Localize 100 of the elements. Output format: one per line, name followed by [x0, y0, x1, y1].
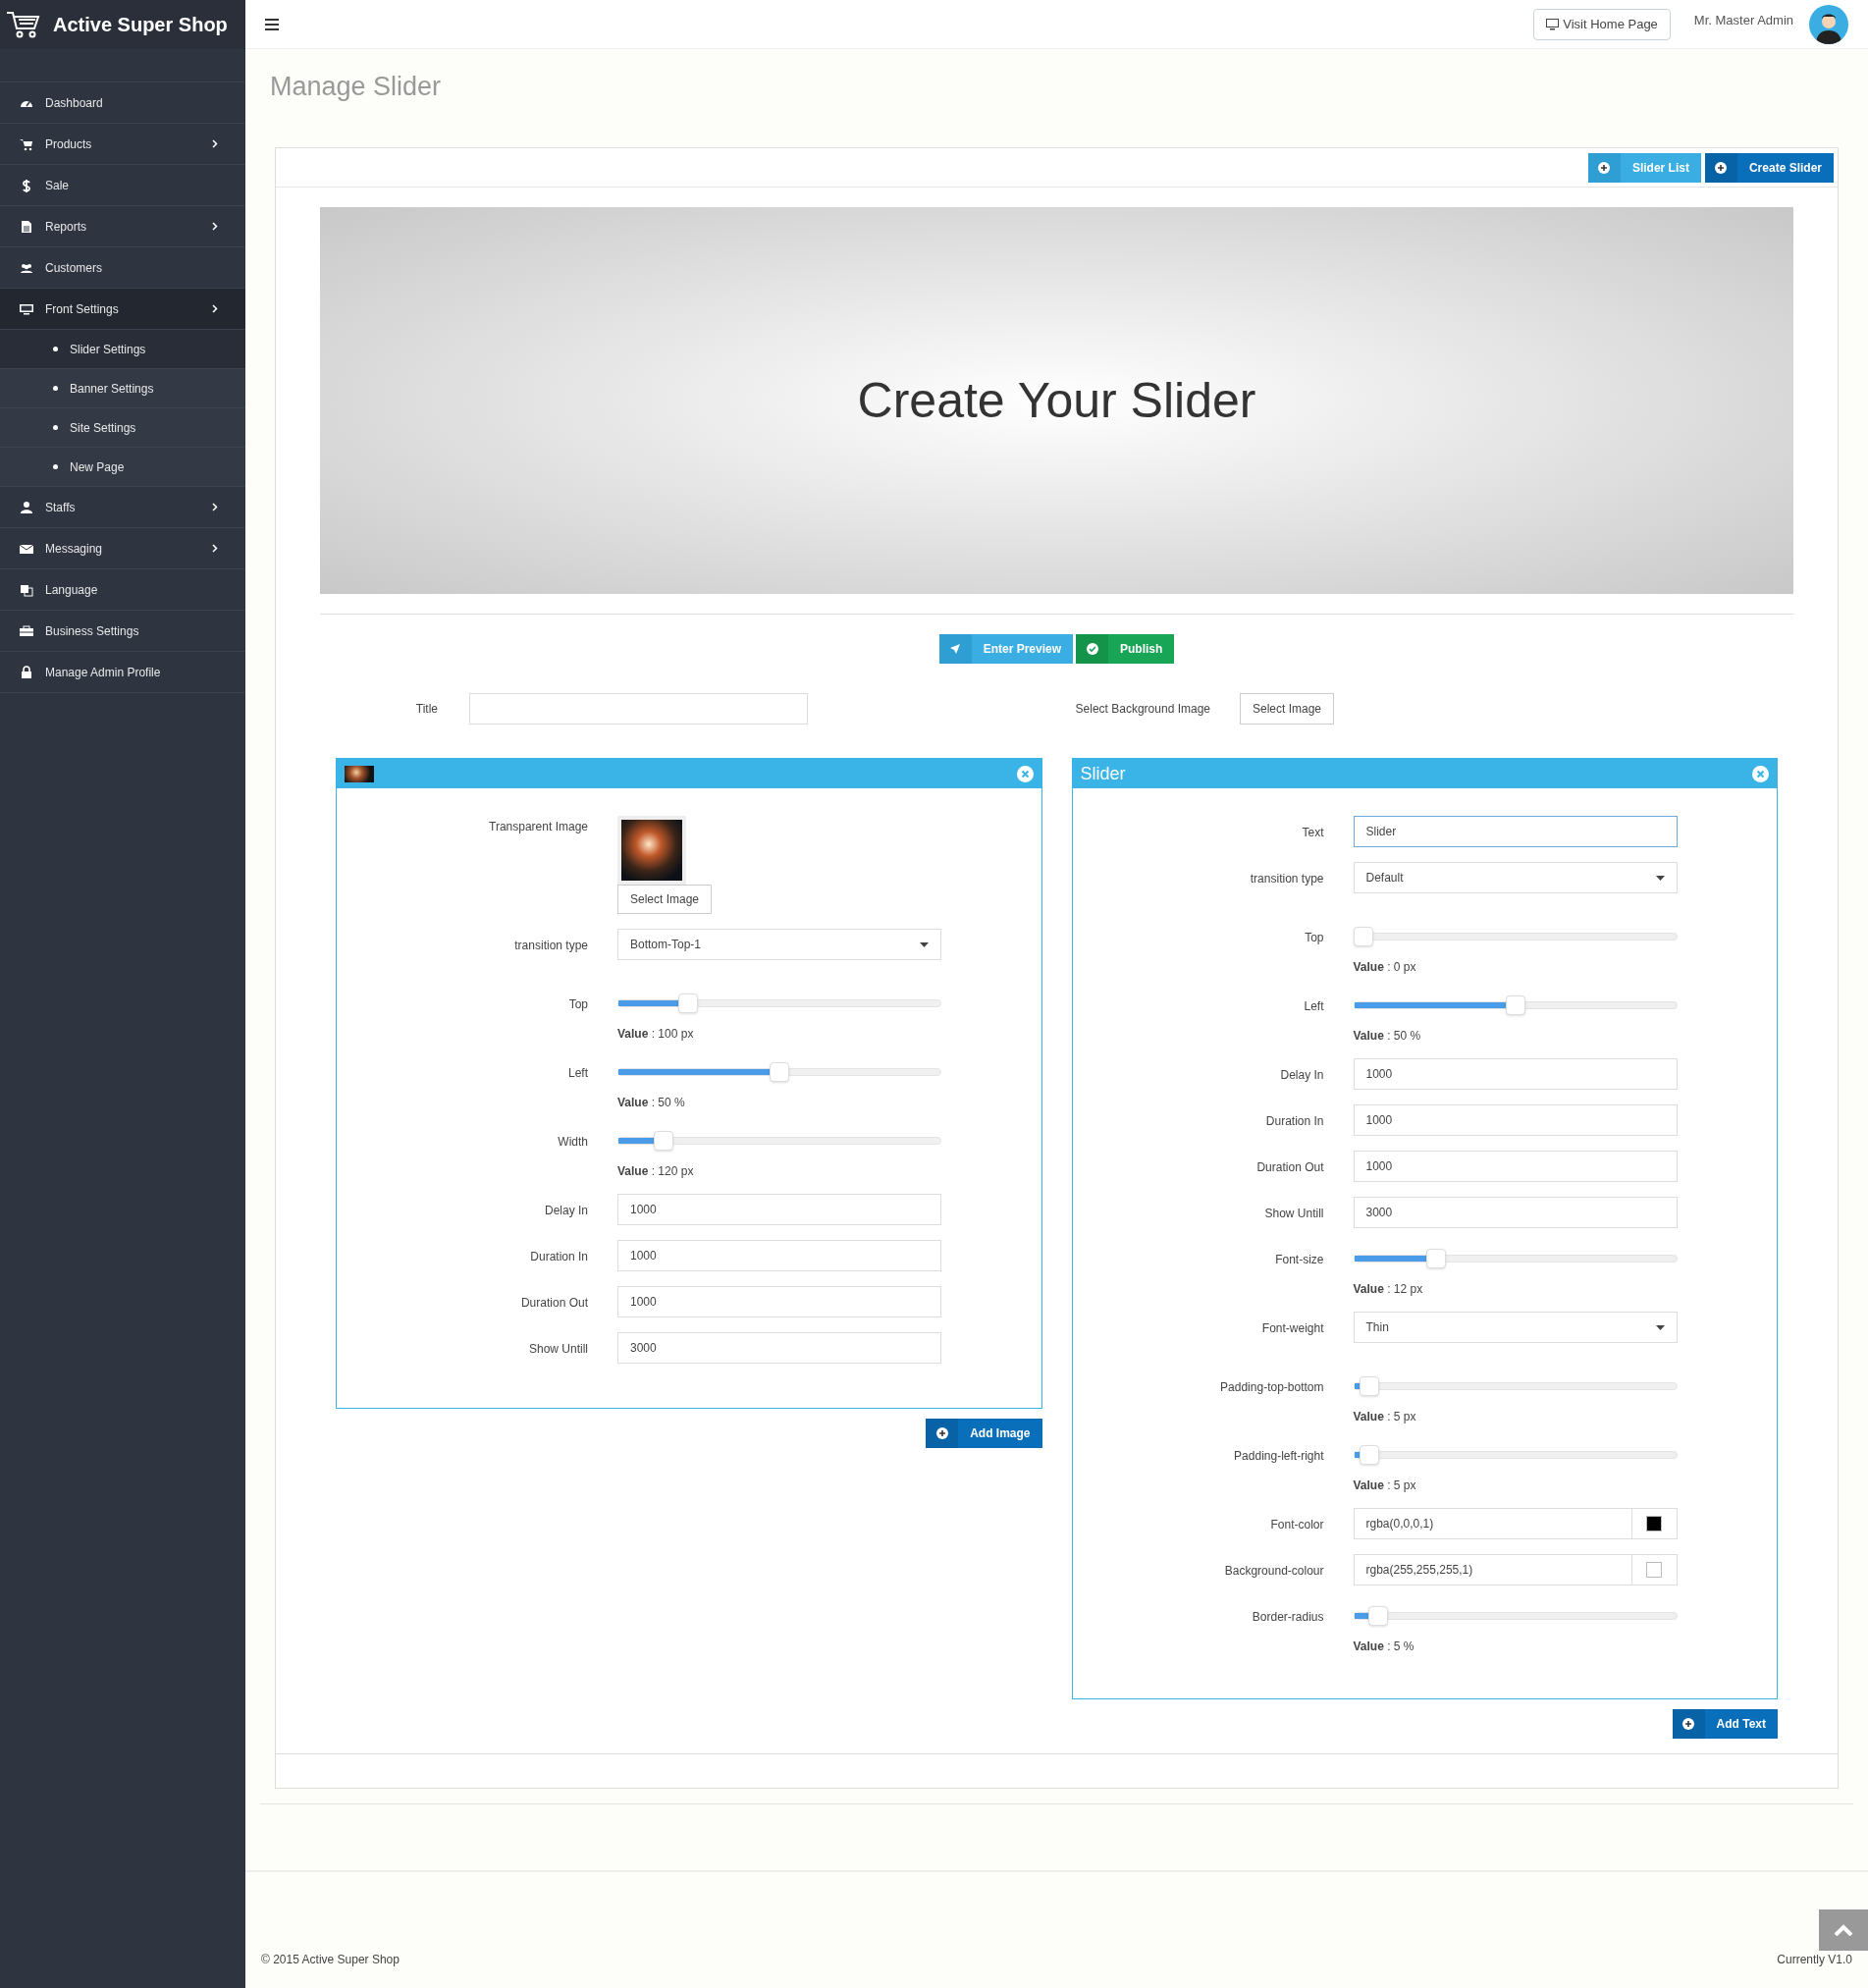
layer-thumbnail: [345, 765, 374, 782]
version-text: Currently V1.0: [1777, 1952, 1852, 1968]
slider-track[interactable]: [1353, 995, 1678, 1015]
close-icon[interactable]: [1752, 765, 1769, 782]
slider-track[interactable]: [1353, 1606, 1678, 1626]
dropdown-caret-icon: [1655, 1324, 1665, 1330]
visit-home-page-button[interactable]: Visit Home Page: [1533, 8, 1671, 40]
value-reading: Value : 50 %: [617, 1095, 686, 1111]
copyright-text: © 2015 Active Super Shop: [261, 1952, 400, 1968]
color-field[interactable]: rgba(0,0,0,1): [1353, 1508, 1678, 1539]
field-label: Transparent Image: [489, 820, 588, 833]
dropdown[interactable]: Bottom-Top-1: [617, 929, 941, 960]
slider-track[interactable]: [1353, 1249, 1678, 1268]
text-input[interactable]: 1000: [1353, 1058, 1678, 1090]
color-swatch[interactable]: [1646, 1516, 1662, 1531]
color-value-input[interactable]: rgba(255,255,255,1): [1354, 1555, 1631, 1585]
value-reading: Value : 100 px: [617, 1026, 695, 1043]
add-image-button[interactable]: Add Image: [926, 1419, 1042, 1448]
field-label: Padding-left-right: [1234, 1449, 1324, 1463]
dropdown[interactable]: Thin: [1353, 1312, 1678, 1343]
slider-track[interactable]: [617, 994, 941, 1013]
field-label: Left: [1304, 999, 1324, 1013]
bullet-icon: [53, 347, 58, 351]
plus-circle-icon: [935, 1427, 948, 1439]
value-reading: Value : 5 %: [1353, 1639, 1415, 1655]
field-label: transition type: [514, 939, 588, 952]
text-input[interactable]: Slider: [1353, 816, 1678, 847]
slider-handle[interactable]: [678, 994, 698, 1013]
text-input[interactable]: 1000: [617, 1286, 941, 1317]
field-label: Delay In: [544, 1204, 588, 1217]
field-label: Text: [1302, 826, 1324, 839]
preview-text: Create Your Slider: [857, 371, 1256, 430]
text-input[interactable]: 1000: [1353, 1104, 1678, 1136]
slider-handle[interactable]: [1359, 1445, 1379, 1465]
menu-icon[interactable]: [265, 17, 281, 31]
lock-icon: [20, 665, 33, 679]
cart-icon: [20, 136, 33, 151]
field-label: Show Untill: [1264, 1207, 1324, 1220]
value-reading: Value : 0 px: [1353, 959, 1417, 976]
sidebar-subitem[interactable]: Slider Settings: [0, 330, 245, 369]
bullet-icon: [53, 425, 58, 430]
value-reading: Value : 50 %: [1353, 1028, 1422, 1045]
slider-handle[interactable]: [1425, 1249, 1446, 1268]
send-icon: [949, 643, 962, 655]
text-input[interactable]: 1000: [617, 1194, 941, 1225]
slider-handle[interactable]: [1353, 927, 1373, 946]
sidebar-item[interactable]: Front Settings: [0, 289, 245, 330]
slider-handle[interactable]: [1359, 1376, 1379, 1396]
slider-track[interactable]: [617, 1062, 941, 1082]
brand-name: Active Super Shop: [53, 13, 228, 37]
sidebar-subitem[interactable]: New Page: [0, 448, 245, 487]
field-label: Duration Out: [1256, 1160, 1324, 1174]
text-input[interactable]: 3000: [1353, 1197, 1678, 1228]
text-input[interactable]: 1000: [617, 1240, 941, 1271]
bullet-icon: [53, 386, 58, 391]
slider-track[interactable]: [617, 1131, 941, 1151]
text-input[interactable]: 1000: [1353, 1151, 1678, 1182]
field-label: Left: [568, 1066, 588, 1080]
layer-title: Slider: [1080, 762, 1126, 785]
slider-track[interactable]: [1353, 1445, 1678, 1465]
field-label: Background-colour: [1224, 1564, 1324, 1578]
sidebar-subitem[interactable]: Site Settings: [0, 408, 245, 448]
field-label: Border-radius: [1252, 1610, 1324, 1624]
field-label: Padding-top-bottom: [1220, 1380, 1324, 1394]
dropdown[interactable]: Default: [1353, 862, 1678, 893]
title-input[interactable]: [469, 693, 808, 725]
avatar[interactable]: [1809, 4, 1848, 44]
translate-icon: [20, 582, 33, 597]
add-text-button[interactable]: Add Text: [1672, 1709, 1778, 1739]
slider-handle[interactable]: [1368, 1606, 1388, 1626]
user-icon: [20, 500, 33, 514]
value-reading: Value : 12 px: [1353, 1281, 1424, 1298]
field-label: Font-size: [1275, 1253, 1324, 1266]
color-value-input[interactable]: rgba(0,0,0,1): [1354, 1509, 1631, 1538]
plus-circle-icon: [1682, 1718, 1695, 1730]
slider-handle[interactable]: [770, 1062, 789, 1082]
dropdown-caret-icon: [1655, 875, 1665, 881]
plus-circle-icon: [1715, 161, 1728, 174]
create-slider-button[interactable]: Create Slider: [1704, 152, 1834, 183]
field-label: Font-weight: [1261, 1321, 1324, 1335]
color-field[interactable]: rgba(255,255,255,1): [1353, 1554, 1678, 1585]
field-label: Delay In: [1280, 1068, 1324, 1082]
scroll-to-top-button[interactable]: [1819, 1909, 1868, 1951]
sidebar-subitem[interactable]: Banner Settings: [0, 369, 245, 408]
slider-handle[interactable]: [1505, 995, 1525, 1015]
color-swatch[interactable]: [1646, 1562, 1662, 1578]
field-label: Select Background Image: [1074, 701, 1211, 718]
text-input[interactable]: 3000: [617, 1332, 941, 1364]
slider-handle[interactable]: [654, 1131, 674, 1151]
image-thumbnail: [617, 816, 686, 885]
field-label: Width: [558, 1135, 588, 1149]
slider-track[interactable]: [1353, 927, 1678, 946]
close-icon[interactable]: [1016, 765, 1034, 782]
plus-circle-icon: [1598, 161, 1611, 174]
value-reading: Value : 120 px: [617, 1163, 695, 1180]
slider-track[interactable]: [1353, 1376, 1678, 1396]
dropdown-caret-icon: [920, 941, 929, 947]
select-image-button[interactable]: Select Image: [617, 885, 713, 914]
check-circle-icon: [1086, 643, 1098, 655]
select-image-button[interactable]: Select Image: [1240, 693, 1335, 725]
